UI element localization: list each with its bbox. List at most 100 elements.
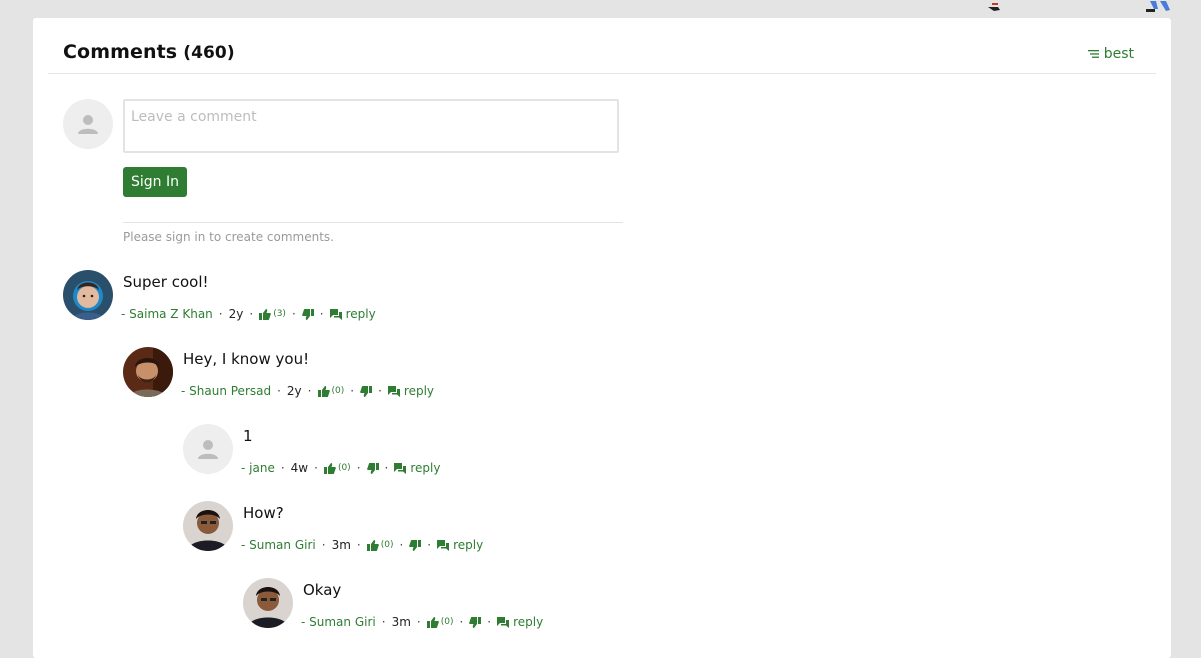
thumbs-up-icon bbox=[259, 308, 272, 320]
separator: · bbox=[416, 615, 421, 629]
comment-meta: - jane · 4w · (0) · · reply bbox=[241, 461, 440, 475]
separator: · bbox=[399, 538, 404, 552]
reply-button[interactable]: reply bbox=[437, 538, 483, 552]
avatar bbox=[243, 578, 293, 628]
comment-input-placeholder: Leave a comment bbox=[131, 109, 257, 125]
sort-lines-icon bbox=[1087, 50, 1099, 58]
avatar bbox=[183, 424, 233, 474]
thumbs-down-icon bbox=[301, 308, 314, 320]
separator: · bbox=[459, 615, 464, 629]
person-icon bbox=[78, 115, 98, 134]
decorative-figures bbox=[980, 0, 1180, 14]
downvote-button[interactable] bbox=[301, 308, 314, 320]
comment-input[interactable]: Leave a comment bbox=[123, 99, 619, 153]
separator: · bbox=[307, 384, 312, 398]
separator: · bbox=[280, 461, 285, 475]
downvote-button[interactable] bbox=[360, 385, 373, 397]
separator: · bbox=[350, 384, 355, 398]
avatar bbox=[63, 270, 113, 320]
upvote-count: (0) bbox=[331, 386, 345, 396]
separator: · bbox=[356, 461, 361, 475]
comments-title: Comments bbox=[63, 41, 178, 63]
thumbs-down-icon bbox=[360, 385, 373, 397]
comment-age: 2y bbox=[228, 307, 244, 321]
sort-button[interactable]: best bbox=[1087, 46, 1134, 62]
comment-author[interactable]: - Suman Giri bbox=[301, 615, 376, 629]
separator: · bbox=[291, 307, 296, 321]
sign-in-note: Please sign in to create comments. bbox=[123, 230, 334, 244]
separator: · bbox=[487, 615, 492, 629]
separator: · bbox=[384, 461, 389, 475]
comment-meta: - Suman Giri · 3m · (0) · · reply bbox=[241, 538, 483, 552]
separator: · bbox=[218, 307, 223, 321]
speech-bubbles-icon bbox=[437, 539, 450, 551]
avatar bbox=[63, 99, 113, 149]
downvote-button[interactable] bbox=[469, 616, 482, 628]
reply-button[interactable]: reply bbox=[329, 307, 376, 321]
comment-author[interactable]: - jane bbox=[241, 461, 275, 475]
reply-label: reply bbox=[453, 538, 484, 552]
comment-age: 2y bbox=[286, 384, 302, 398]
comment-age: 3m bbox=[331, 538, 351, 552]
thumbs-up-icon bbox=[323, 462, 336, 474]
comments-count: (460) bbox=[183, 43, 235, 63]
comment-text: Okay bbox=[303, 581, 342, 599]
separator: · bbox=[356, 538, 361, 552]
thumbs-down-icon bbox=[366, 462, 379, 474]
sign-in-button[interactable]: Sign In bbox=[123, 167, 187, 197]
separator: · bbox=[249, 307, 254, 321]
upvote-count: (0) bbox=[380, 540, 394, 550]
reply-label: reply bbox=[513, 615, 544, 629]
comment-author[interactable]: - Suman Giri bbox=[241, 538, 316, 552]
comments-header: Comments (460) best bbox=[48, 18, 1156, 74]
reply-label: reply bbox=[410, 461, 441, 475]
reply-label: reply bbox=[403, 384, 435, 398]
avatar bbox=[123, 347, 173, 397]
comment-text: 1 bbox=[243, 427, 253, 445]
reply-label: reply bbox=[345, 307, 376, 321]
person-icon bbox=[198, 440, 218, 459]
comments-card: Comments (460) best Leave a comment Sign … bbox=[33, 18, 1171, 658]
speech-bubbles-icon bbox=[497, 616, 510, 628]
comment-meta: - Shaun Persad · 2y · (0) · · reply bbox=[181, 384, 434, 398]
upvote-count: (3) bbox=[273, 309, 286, 319]
speech-bubbles-icon bbox=[329, 308, 342, 320]
separator: · bbox=[314, 461, 318, 475]
separator: · bbox=[381, 615, 386, 629]
reply-button[interactable]: reply bbox=[387, 384, 435, 398]
upvote-button[interactable]: (0) bbox=[323, 462, 351, 474]
downvote-button[interactable] bbox=[409, 539, 422, 551]
comment-text: How? bbox=[243, 504, 284, 522]
upvote-count: (0) bbox=[337, 463, 351, 473]
thumbs-up-icon bbox=[317, 385, 330, 397]
upvote-button[interactable]: (0) bbox=[366, 539, 394, 551]
thumbs-down-icon bbox=[469, 616, 482, 628]
reply-button[interactable]: reply bbox=[394, 461, 440, 475]
separator: · bbox=[378, 384, 382, 398]
thumbs-down-icon bbox=[409, 539, 422, 551]
comment-text: Super cool! bbox=[123, 273, 209, 291]
comment-meta: - Saima Z Khan · 2y · (3) · · reply bbox=[121, 307, 376, 321]
thumbs-up-icon bbox=[366, 539, 379, 551]
sort-label: best bbox=[1103, 46, 1134, 62]
speech-bubbles-icon bbox=[394, 462, 407, 474]
separator: · bbox=[319, 307, 324, 321]
comment-age: 3m bbox=[391, 615, 411, 629]
comment-author[interactable]: - Saima Z Khan bbox=[121, 307, 213, 321]
comment-age: 4w bbox=[290, 461, 309, 475]
thumbs-up-icon bbox=[426, 616, 439, 628]
divider bbox=[123, 222, 623, 223]
separator: · bbox=[277, 384, 281, 398]
avatar bbox=[183, 501, 233, 551]
upvote-button[interactable]: (0) bbox=[317, 385, 345, 397]
separator: · bbox=[321, 538, 326, 552]
comment-author[interactable]: - Shaun Persad bbox=[181, 384, 271, 398]
downvote-button[interactable] bbox=[366, 462, 379, 474]
upvote-button[interactable]: (0) bbox=[426, 616, 454, 628]
upvote-button[interactable]: (3) bbox=[259, 308, 286, 320]
upvote-count: (0) bbox=[440, 617, 454, 627]
separator: · bbox=[427, 538, 432, 552]
speech-bubbles-icon bbox=[387, 385, 400, 397]
reply-button[interactable]: reply bbox=[497, 615, 543, 629]
comment-meta: - Suman Giri · 3m · (0) · · reply bbox=[301, 615, 543, 629]
